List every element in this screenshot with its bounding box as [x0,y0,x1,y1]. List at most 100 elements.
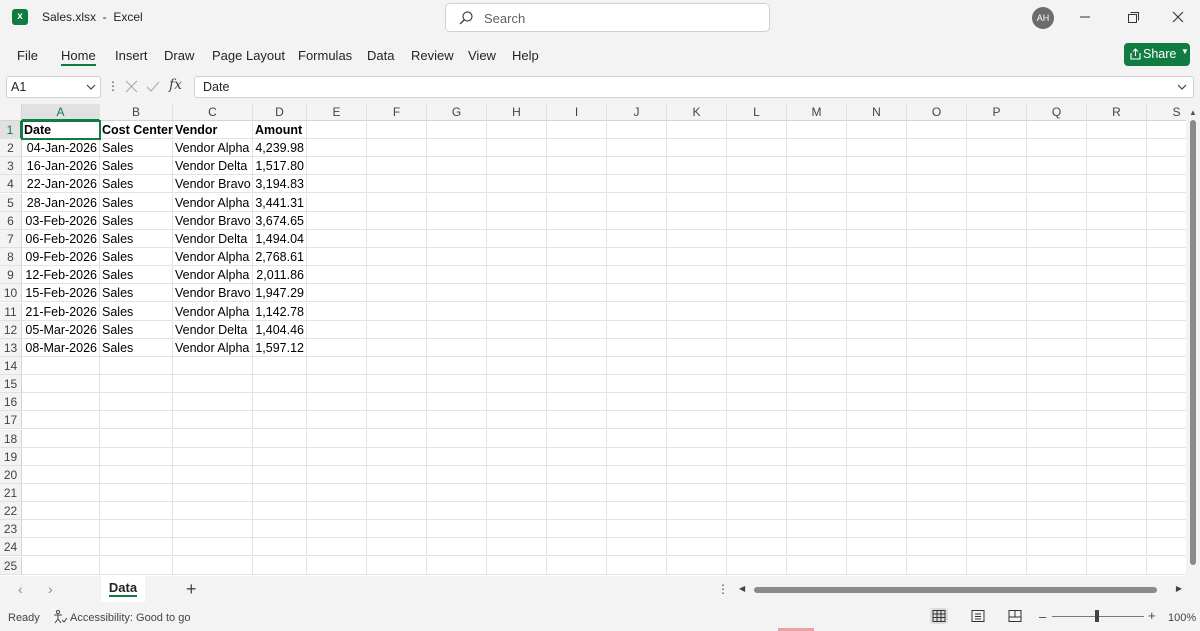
empty-cell[interactable] [487,338,547,357]
empty-cell[interactable] [253,447,307,466]
empty-cell[interactable] [427,429,487,448]
empty-cell[interactable] [907,139,967,158]
column-header-i[interactable]: I [547,104,607,121]
empty-cell[interactable] [367,447,427,466]
empty-cell[interactable] [1147,284,1186,303]
tab-formulas[interactable]: Formulas [298,48,352,63]
empty-cell[interactable] [22,465,100,484]
empty-cell[interactable] [487,375,547,394]
empty-cell[interactable] [547,338,607,357]
empty-cell[interactable] [967,248,1027,267]
cancel-icon[interactable] [125,80,138,93]
empty-cell[interactable] [173,411,253,430]
zoom-level[interactable]: 100% [1168,612,1196,624]
empty-cell[interactable] [367,465,427,484]
column-header-n[interactable]: N [847,104,907,121]
empty-cell[interactable] [727,139,787,158]
empty-cell[interactable] [1027,556,1087,575]
empty-cell[interactable] [547,411,607,430]
empty-cell[interactable] [427,211,487,230]
empty-cell[interactable] [1027,266,1087,285]
empty-cell[interactable] [427,229,487,248]
empty-cell[interactable] [787,538,847,557]
empty-cell[interactable] [787,193,847,212]
table-cell[interactable]: Vendor Bravo [173,175,253,194]
column-header-l[interactable]: L [727,104,787,121]
empty-cell[interactable] [173,465,253,484]
empty-cell[interactable] [307,211,367,230]
empty-cell[interactable] [907,465,967,484]
table-cell[interactable]: 06-Feb-2026 [22,229,100,248]
table-cell[interactable]: Sales [100,229,173,248]
empty-cell[interactable] [487,429,547,448]
empty-cell[interactable] [367,139,427,158]
empty-cell[interactable] [487,284,547,303]
empty-cell[interactable] [787,211,847,230]
row-header[interactable]: 24 [0,538,22,557]
table-cell[interactable]: Sales [100,302,173,321]
empty-cell[interactable] [907,229,967,248]
empty-cell[interactable] [307,484,367,502]
header-cell[interactable]: Vendor [173,121,253,139]
empty-cell[interactable] [1147,194,1186,212]
empty-cell[interactable] [487,320,547,339]
empty-cell[interactable] [727,248,787,267]
empty-cell[interactable] [547,139,607,158]
empty-cell[interactable] [173,556,253,575]
empty-cell[interactable] [667,266,727,285]
empty-cell[interactable] [547,429,607,448]
empty-cell[interactable] [667,356,727,375]
empty-cell[interactable] [547,556,607,575]
table-cell[interactable]: 09-Feb-2026 [22,248,100,267]
empty-cell[interactable] [367,193,427,212]
column-header-m[interactable]: M [787,104,847,121]
empty-cell[interactable] [847,556,907,575]
empty-cell[interactable] [427,266,487,285]
empty-cell[interactable] [607,211,667,230]
empty-cell[interactable] [907,520,967,539]
empty-cell[interactable] [547,393,607,412]
empty-cell[interactable] [967,356,1027,375]
empty-cell[interactable] [22,411,100,430]
empty-cell[interactable] [967,393,1027,412]
column-header-d[interactable]: D [253,104,307,121]
empty-cell[interactable] [967,139,1027,158]
empty-cell[interactable] [100,465,173,484]
empty-cell[interactable] [100,538,173,557]
row-header[interactable]: 11 [0,302,22,321]
empty-cell[interactable] [667,375,727,394]
empty-cell[interactable] [547,465,607,484]
empty-cell[interactable] [173,520,253,539]
empty-cell[interactable] [1027,139,1087,158]
empty-cell[interactable] [1087,121,1147,139]
empty-cell[interactable] [967,193,1027,212]
empty-cell[interactable] [100,447,173,466]
empty-cell[interactable] [307,320,367,339]
empty-cell[interactable] [667,429,727,448]
empty-cell[interactable] [967,211,1027,230]
column-header-s[interactable]: S [1147,104,1186,121]
empty-cell[interactable] [487,447,547,466]
horizontal-scrollbar[interactable]: ◀ ▶ [737,584,1184,596]
empty-cell[interactable] [22,447,100,466]
empty-cell[interactable] [667,556,727,575]
empty-cell[interactable] [787,520,847,539]
empty-cell[interactable] [1147,212,1186,230]
empty-cell[interactable] [253,375,307,394]
table-cell[interactable]: Sales [100,320,173,339]
table-cell[interactable]: 1,597.12 [253,338,307,357]
empty-cell[interactable] [787,302,847,321]
empty-cell[interactable] [667,502,727,521]
minimize-icon[interactable] [1072,5,1098,29]
empty-cell[interactable] [907,502,967,521]
empty-cell[interactable] [907,375,967,394]
empty-cell[interactable] [907,193,967,212]
empty-cell[interactable] [607,175,667,194]
empty-cell[interactable] [727,520,787,539]
empty-cell[interactable] [307,266,367,285]
empty-cell[interactable] [667,538,727,557]
empty-cell[interactable] [607,393,667,412]
empty-cell[interactable] [607,465,667,484]
empty-cell[interactable] [1027,375,1087,394]
empty-cell[interactable] [787,320,847,339]
